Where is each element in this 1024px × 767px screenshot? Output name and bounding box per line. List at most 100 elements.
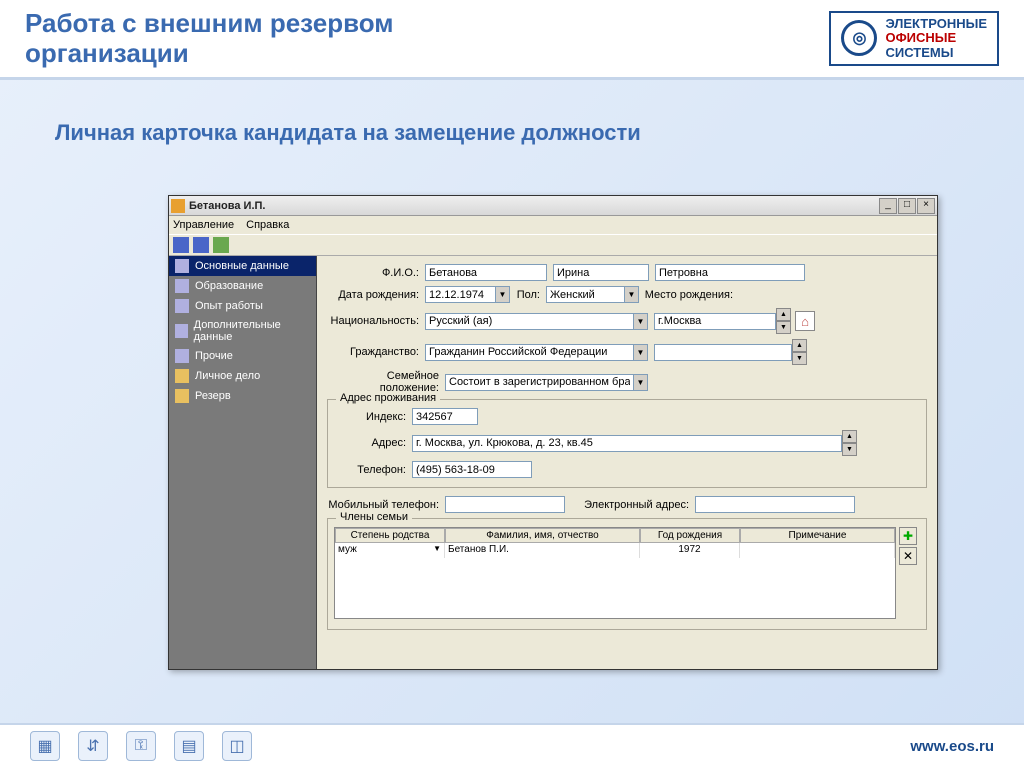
form-area: Ф.И.О.: Дата рождения: ▼ Пол: ▼ Место: [317, 256, 937, 669]
footer-icon-2: ⇵: [78, 731, 108, 761]
name-input[interactable]: [553, 264, 649, 281]
pob-scroll[interactable]: ▲ ▼: [776, 308, 791, 334]
sidebar-item-experience[interactable]: Опыт работы: [169, 296, 316, 316]
patronymic-input[interactable]: [655, 264, 805, 281]
address-legend: Адрес проживания: [336, 392, 440, 404]
label-address: Адрес:: [334, 437, 412, 449]
citizenship-extra-input[interactable]: [654, 344, 792, 361]
page-icon: [175, 349, 189, 363]
briefcase-icon: [175, 299, 189, 313]
label-phone: Телефон:: [334, 464, 412, 476]
label-sex: Пол:: [510, 289, 546, 301]
email-input[interactable]: [695, 496, 855, 513]
sidebar-item-personal-file[interactable]: Личное дело: [169, 366, 316, 386]
marital-select[interactable]: ▼: [445, 374, 648, 391]
card-icon[interactable]: [213, 237, 229, 253]
pob-input[interactable]: [654, 313, 776, 330]
chevron-down-icon[interactable]: ▼: [633, 313, 648, 330]
footer-icon-5: ◫: [222, 731, 252, 761]
th-year[interactable]: Год рождения: [640, 528, 740, 543]
address-input[interactable]: [412, 435, 842, 452]
logo: ◎ ЭЛЕКТРОННЫЕ ОФИСНЫЕ СИСТЕМЫ: [829, 11, 999, 66]
label-mobile: Мобильный телефон:: [327, 499, 445, 511]
chevron-down-icon[interactable]: ▼: [495, 286, 510, 303]
menu-help[interactable]: Справка: [246, 219, 289, 231]
label-marital: Семейное положение:: [327, 370, 445, 394]
app-window: Бетанова И.П. _ □ × Управление Справка О…: [168, 195, 938, 670]
minimize-button[interactable]: _: [879, 198, 897, 214]
family-group: Члены семьи Степень родства Фамилия, имя…: [327, 518, 927, 630]
scroll-down-icon[interactable]: ▼: [842, 443, 857, 456]
menubar: Управление Справка: [169, 216, 937, 234]
sidebar-item-other[interactable]: Прочие: [169, 346, 316, 366]
add-row-button[interactable]: ✚: [899, 527, 917, 545]
titlebar[interactable]: Бетанова И.П. _ □ ×: [169, 196, 937, 216]
footer-url: www.eos.ru: [910, 738, 994, 755]
sidebar-item-reserve[interactable]: Резерв: [169, 386, 316, 406]
family-legend: Члены семьи: [336, 511, 412, 523]
label-email: Электронный адрес:: [565, 499, 695, 511]
sidebar-item-education[interactable]: Образование: [169, 276, 316, 296]
slide-title: Работа с внешним резервом организации: [25, 9, 394, 69]
table-row[interactable]: муж ▼ Бетанов П.И. 1972: [335, 543, 895, 558]
scroll-up-icon[interactable]: ▲: [792, 339, 807, 352]
gear-icon: [175, 324, 188, 338]
sidebar: Основные данные Образование Опыт работы …: [169, 256, 317, 669]
surname-input[interactable]: [425, 264, 547, 281]
slide-footer: ▦ ⇵ ⚿ ▤ ◫ www.eos.ru: [0, 723, 1024, 767]
label-nationality: Национальность:: [327, 315, 425, 327]
label-pob: Место рождения:: [639, 289, 739, 301]
footer-icon-4: ▤: [174, 731, 204, 761]
phone-input[interactable]: [412, 461, 532, 478]
sidebar-item-additional[interactable]: Дополнительные данные: [169, 316, 316, 346]
logo-spiral-icon: ◎: [841, 20, 877, 56]
footer-icon-3: ⚿: [126, 731, 156, 761]
footer-icons: ▦ ⇵ ⚿ ▤ ◫: [30, 731, 252, 761]
label-fio: Ф.И.О.:: [327, 267, 425, 279]
scroll-down-icon[interactable]: ▼: [776, 321, 791, 334]
save-icon[interactable]: [173, 237, 189, 253]
book-icon: [175, 279, 189, 293]
window-title: Бетанова И.П.: [189, 200, 879, 212]
logo-text: ЭЛЕКТРОННЫЕ ОФИСНЫЕ СИСТЕМЫ: [885, 17, 987, 60]
citizenship-scroll[interactable]: ▲ ▼: [792, 339, 807, 365]
th-fio[interactable]: Фамилия, имя, отчество: [445, 528, 640, 543]
label-index: Индекс:: [334, 411, 412, 423]
family-table: Степень родства Фамилия, имя, отчество Г…: [334, 527, 896, 619]
delete-row-button[interactable]: ✕: [899, 547, 917, 565]
save-as-icon[interactable]: [193, 237, 209, 253]
footer-icon-1: ▦: [30, 731, 60, 761]
menu-manage[interactable]: Управление: [173, 219, 234, 231]
slide-title-line1: Работа с внешним резервом: [25, 8, 394, 38]
scroll-down-icon[interactable]: ▼: [792, 352, 807, 365]
chevron-down-icon[interactable]: ▼: [633, 344, 648, 361]
sidebar-item-main-data[interactable]: Основные данные: [169, 256, 316, 276]
citizenship-select[interactable]: ▼: [425, 344, 648, 361]
slide-header: Работа с внешним резервом организации ◎ …: [0, 0, 1024, 80]
close-button[interactable]: ×: [917, 198, 935, 214]
chevron-down-icon[interactable]: ▼: [624, 286, 639, 303]
th-note[interactable]: Примечание: [740, 528, 895, 543]
folder-icon: [175, 369, 189, 383]
folder-icon: [175, 389, 189, 403]
mobile-input[interactable]: [445, 496, 565, 513]
label-dob: Дата рождения:: [327, 289, 425, 301]
address-group: Адрес проживания Индекс: Адрес: ▲ ▼ Теле…: [327, 399, 927, 488]
address-scroll[interactable]: ▲ ▼: [842, 430, 857, 456]
dob-picker[interactable]: ▼: [425, 286, 510, 303]
scroll-up-icon[interactable]: ▲: [776, 308, 791, 321]
th-relation[interactable]: Степень родства: [335, 528, 445, 543]
home-icon[interactable]: ⌂: [795, 311, 815, 331]
slide-title-line2: организации: [25, 38, 189, 68]
maximize-button[interactable]: □: [898, 198, 916, 214]
index-input[interactable]: [412, 408, 478, 425]
toolbar: [169, 234, 937, 256]
chevron-down-icon[interactable]: ▼: [433, 544, 441, 557]
app-icon: [171, 199, 185, 213]
nationality-select[interactable]: ▼: [425, 313, 648, 330]
list-icon: [175, 259, 189, 273]
chevron-down-icon[interactable]: ▼: [633, 374, 648, 391]
sex-select[interactable]: ▼: [546, 286, 639, 303]
scroll-up-icon[interactable]: ▲: [842, 430, 857, 443]
slide-subtitle: Личная карточка кандидата на замещение д…: [0, 80, 1024, 146]
